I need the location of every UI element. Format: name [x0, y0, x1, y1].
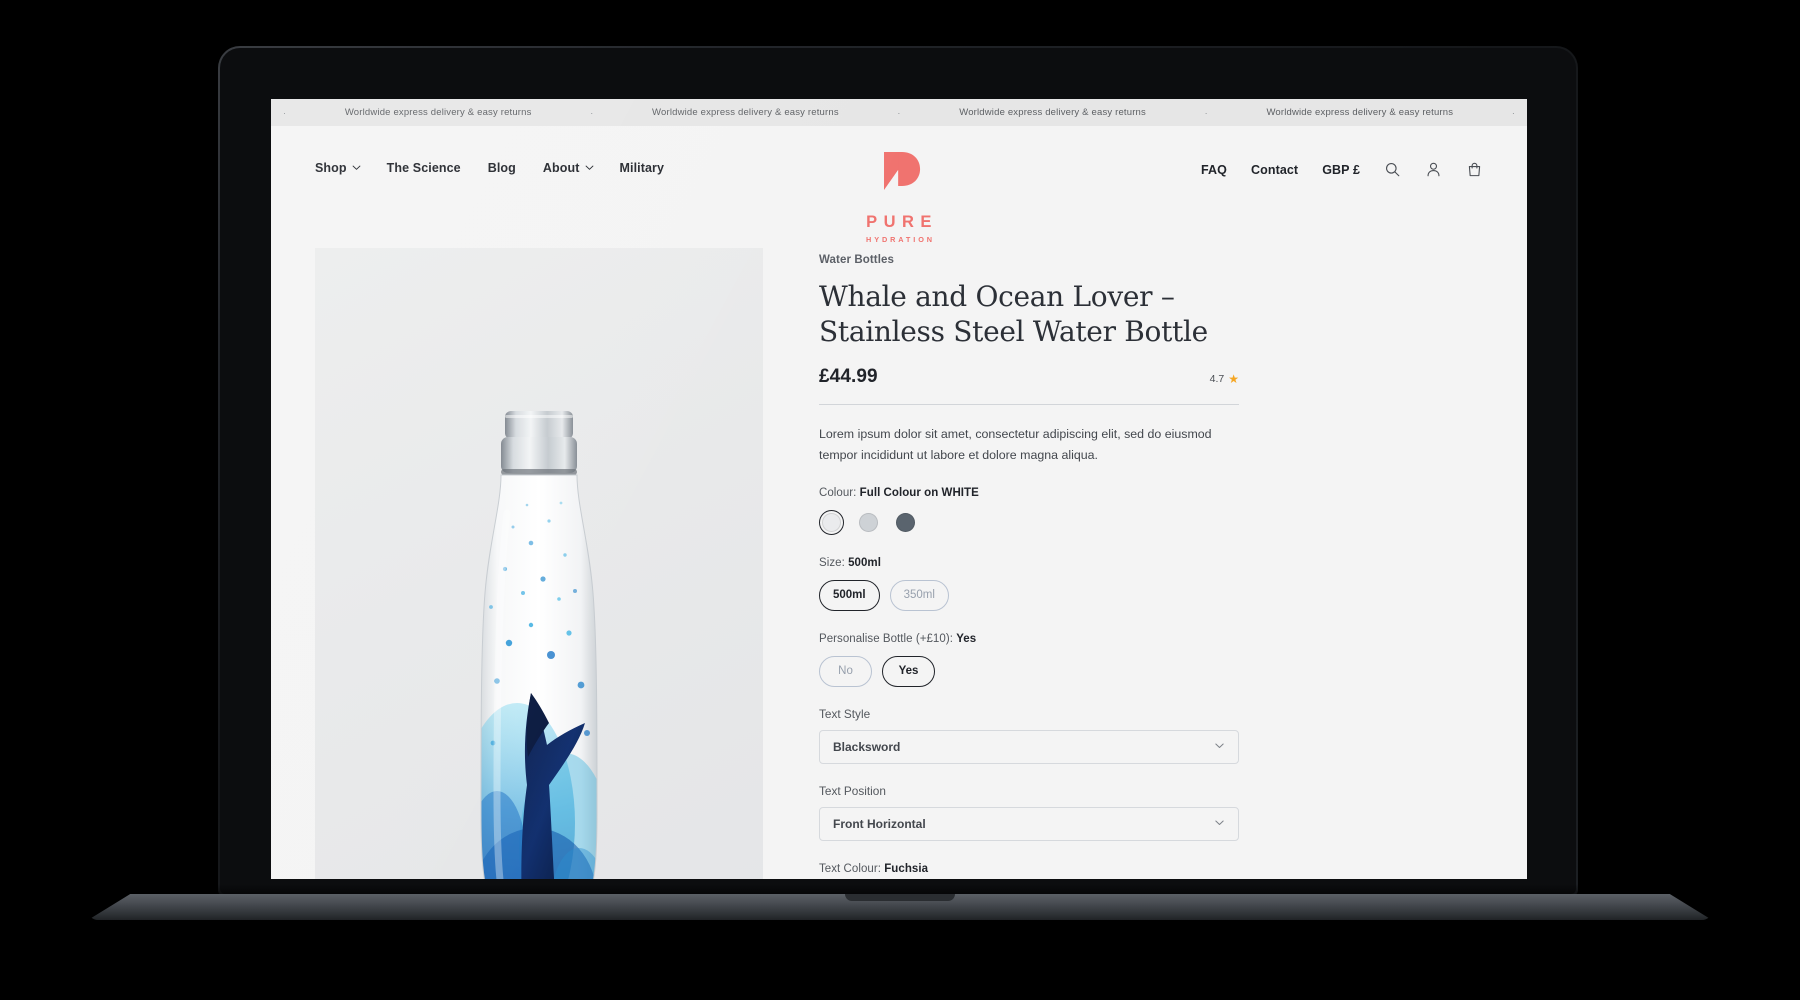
- option-label-text: Text Colour:: [819, 862, 881, 875]
- option-label-text: Colour:: [819, 486, 857, 499]
- announcement-message: Worldwide express delivery & easy return…: [1266, 107, 1454, 118]
- nav-item-label: Blog: [487, 161, 516, 175]
- field-text-position: Text Position Front Horizontal: [819, 784, 1239, 841]
- text-style-value: Blacksword: [833, 739, 901, 754]
- text-position-select[interactable]: Front Horizontal: [819, 806, 1239, 841]
- product-detail: Water Bottles Whale and Ocean Lover – St…: [271, 226, 1527, 879]
- bottle-illustration: [480, 411, 598, 879]
- page-title: Whale and Ocean Lover – Stainless Steel …: [819, 280, 1208, 348]
- announcement-separator: ·: [590, 107, 594, 118]
- nav-item-label: Military: [619, 161, 665, 175]
- breadcrumb[interactable]: Water Bottles: [819, 254, 1239, 266]
- cart-icon[interactable]: [1466, 161, 1483, 178]
- currency-selector[interactable]: GBP £: [1322, 163, 1360, 177]
- chevron-down-icon: [1214, 740, 1225, 754]
- option-colour-selected: Full Colour on WHITE: [859, 486, 979, 499]
- announcement-message: Worldwide express delivery & easy return…: [344, 107, 532, 118]
- site-logo[interactable]: PURE HYDRATION: [860, 150, 938, 244]
- nav-item-faq[interactable]: FAQ: [1201, 163, 1227, 177]
- product-image[interactable]: [315, 248, 763, 879]
- announcement-separator: ·: [1204, 107, 1208, 118]
- option-text-colour-selected: Fuchsia: [884, 862, 929, 875]
- personalise-option-no[interactable]: No: [819, 655, 872, 687]
- product-rating[interactable]: 4.7 ★: [1210, 373, 1239, 385]
- primary-navigation: Shop The Science Blog About Military: [315, 156, 664, 175]
- nav-item-label: Contact: [1250, 162, 1299, 177]
- text-style-label: Text Style: [819, 706, 871, 721]
- personalise-option-yes[interactable]: Yes: [882, 655, 935, 687]
- announcement-separator: ·: [897, 107, 901, 118]
- option-size-label: Size: 500ml: [819, 557, 1239, 569]
- size-choice-list: 500ml 350ml: [819, 579, 1239, 611]
- nav-item-label: The Science: [386, 161, 461, 175]
- nav-item-blog[interactable]: Blog: [488, 161, 516, 175]
- product-description: Lorem ipsum dolor sit amet, consectetur …: [819, 427, 1212, 462]
- price-row: £44.99 4.7 ★: [819, 366, 1239, 388]
- nav-item-military[interactable]: Military: [620, 161, 665, 175]
- option-personalise-selected: Yes: [956, 632, 977, 645]
- text-position-value: Front Horizontal: [833, 816, 926, 831]
- product-gallery: [315, 248, 763, 879]
- nav-item-label: Shop: [315, 161, 347, 175]
- field-text-style: Text Style Blacksword: [819, 707, 1239, 764]
- size-option-500ml[interactable]: 500ml: [819, 579, 880, 611]
- nav-item-about[interactable]: About: [543, 161, 593, 175]
- text-style-select[interactable]: Blacksword: [819, 729, 1239, 764]
- rating-value: 4.7: [1209, 373, 1225, 386]
- product-info: Water Bottles Whale and Ocean Lover – St…: [819, 248, 1239, 879]
- size-option-350ml[interactable]: 350ml: [889, 579, 949, 611]
- announcement-message: Worldwide express delivery & easy return…: [959, 107, 1146, 118]
- nav-item-shop[interactable]: Shop: [315, 161, 361, 175]
- announcement-bar: · Worldwide express delivery & easy retu…: [271, 99, 1527, 126]
- option-colour: Colour: Full Colour on WHITE: [819, 487, 1239, 535]
- personalise-choice-list: No Yes: [819, 655, 1239, 687]
- utility-navigation: FAQ Contact GBP £: [1201, 156, 1483, 178]
- option-text-colour-label: Text Colour: Fuchsia: [819, 863, 1239, 875]
- option-colour-label: Colour: Full Colour on WHITE: [819, 487, 1239, 499]
- colour-swatch-light-grey[interactable]: [856, 510, 881, 535]
- star-icon: ★: [1228, 372, 1239, 387]
- site-header: Shop The Science Blog About Military PUR…: [271, 126, 1527, 244]
- option-label-text: Size:: [819, 556, 845, 569]
- option-label-text: Personalise Bottle (+£10):: [819, 632, 953, 645]
- colour-swatch-white[interactable]: [819, 509, 844, 535]
- announcement-message: Worldwide express delivery & easy return…: [652, 107, 839, 118]
- option-personalise-label: Personalise Bottle (+£10): Yes: [819, 633, 1239, 645]
- laptop-mockup-scene: · Worldwide express delivery & easy retu…: [0, 0, 1800, 1000]
- chevron-down-icon: [1214, 817, 1225, 831]
- nav-item-label: About: [542, 161, 580, 175]
- text-position-label: Text Position: [819, 783, 886, 798]
- search-icon[interactable]: [1384, 161, 1401, 178]
- currency-label: GBP £: [1322, 162, 1360, 177]
- nav-item-the-science[interactable]: The Science: [387, 161, 461, 175]
- logo-tagline: HYDRATION: [866, 235, 935, 244]
- option-text-colour: Text Colour: Fuchsia: [819, 863, 1239, 879]
- pure-hydration-p-mark-icon: [884, 152, 920, 190]
- option-size: Size: 500ml 500ml 350ml: [819, 557, 1239, 611]
- option-personalise: Personalise Bottle (+£10): Yes No Yes: [819, 633, 1239, 687]
- nav-item-contact[interactable]: Contact: [1251, 163, 1298, 177]
- chevron-down-icon: [352, 163, 361, 171]
- colour-swatch-list: [819, 509, 1239, 535]
- option-size-selected: 500ml: [848, 556, 881, 569]
- nav-item-label: FAQ: [1200, 162, 1227, 177]
- account-icon[interactable]: [1425, 161, 1442, 178]
- browser-viewport: · Worldwide express delivery & easy retu…: [271, 99, 1527, 879]
- announcement-separator: ·: [283, 107, 287, 118]
- announcement-separator: ·: [1511, 107, 1515, 118]
- logo-wordmark: PURE: [866, 213, 938, 231]
- laptop-base-notch: [845, 894, 955, 901]
- colour-swatch-slate[interactable]: [893, 510, 918, 535]
- divider: [819, 404, 1239, 406]
- chevron-down-icon: [585, 163, 593, 171]
- product-price: £44.99: [819, 366, 878, 388]
